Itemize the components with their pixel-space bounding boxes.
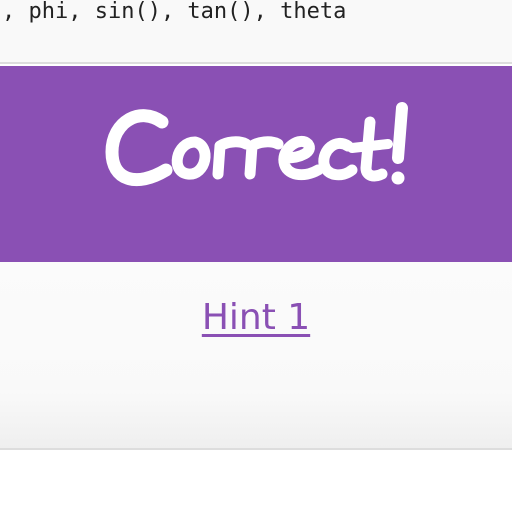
hint-1-link[interactable]: Hint 1 xyxy=(202,297,310,338)
hint-link-container: Hint 1 xyxy=(0,296,512,340)
hint-area: Hint 1 xyxy=(0,262,512,450)
page: , phi, sin(), tan(), theta Hint 1 xyxy=(0,0,512,512)
exclamation-dot xyxy=(391,171,405,185)
available-functions-bar: , phi, sin(), tan(), theta xyxy=(0,0,512,64)
correct-banner xyxy=(0,66,512,262)
content-below xyxy=(0,450,512,512)
available-functions-text: , phi, sin(), tan(), theta xyxy=(2,0,347,24)
correct-banner-graphic xyxy=(0,66,512,262)
